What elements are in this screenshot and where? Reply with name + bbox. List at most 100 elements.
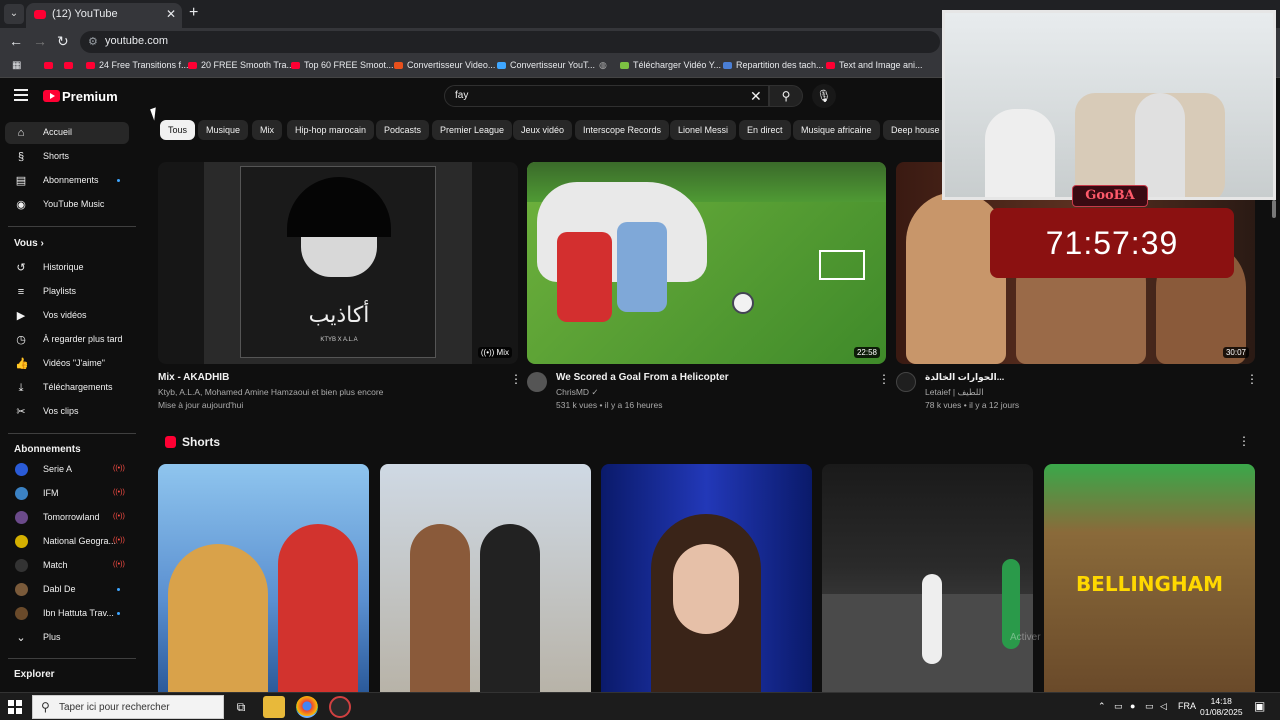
sidebar-item-more[interactable]: ⌄ Plus xyxy=(5,627,129,649)
microphone-icon[interactable]: 🎙 xyxy=(812,84,836,108)
omnibox[interactable]: ⚙ youtube.com xyxy=(80,31,940,53)
chip[interactable]: Deep house xyxy=(883,120,942,140)
more-vert-icon[interactable]: ⋮ xyxy=(878,372,890,386)
tray-chevron-icon[interactable]: ⌃ xyxy=(1098,701,1106,712)
task-view-icon[interactable]: ⧉ xyxy=(230,696,252,718)
video-title[interactable]: We Scored a Goal From a Helicopter xyxy=(556,372,729,383)
new-tab-button[interactable]: + xyxy=(189,4,198,22)
you-section-title[interactable]: Vous › xyxy=(14,238,44,249)
sidebar-item-music[interactable]: ◉ YouTube Music xyxy=(5,194,129,216)
bookmark-youtube-2[interactable] xyxy=(64,60,77,70)
chrome-icon[interactable] xyxy=(296,696,318,718)
person-illustration xyxy=(278,524,358,692)
site-info-icon[interactable]: ⚙ xyxy=(88,35,100,48)
video-title[interactable]: الحوارات الخالدة... xyxy=(925,372,1004,383)
bookmark-youtube-1[interactable] xyxy=(44,60,57,70)
tray-icon[interactable]: ▭ xyxy=(1114,701,1123,712)
bookmark-item[interactable]: Repartition des tach... xyxy=(723,60,824,70)
bookmark-item[interactable]: Convertisseur YouT... xyxy=(497,60,595,70)
forward-button[interactable]: → xyxy=(33,33,47,49)
chip[interactable]: Premier League xyxy=(432,120,513,140)
download-icon: ⤓ xyxy=(18,382,24,394)
short-thumbnail[interactable] xyxy=(822,464,1033,692)
sidebar-sub-item[interactable]: IFM ((•)) xyxy=(5,483,129,505)
chip[interactable]: Musique africaine xyxy=(793,120,880,140)
more-vert-icon[interactable]: ⋮ xyxy=(510,372,522,386)
chip[interactable]: Interscope Records xyxy=(575,120,670,140)
chip[interactable]: En direct xyxy=(739,120,791,140)
sidebar-sub-item[interactable]: Dabl De xyxy=(5,579,129,601)
chip[interactable]: Mix xyxy=(252,120,282,140)
notifications-icon[interactable]: ▣ xyxy=(1254,699,1265,713)
more-vert-icon[interactable]: ⋮ xyxy=(1238,434,1250,448)
back-button[interactable]: ← xyxy=(9,33,23,49)
file-explorer-icon[interactable] xyxy=(263,696,285,718)
bookmark-item[interactable]: Top 60 FREE Smoot... xyxy=(291,60,394,70)
reload-button[interactable]: ↻ xyxy=(57,33,69,50)
short-thumbnail[interactable]: BELLINGHAM xyxy=(1044,464,1255,692)
sidebar-item-playlists[interactable]: ≡ Playlists xyxy=(5,281,129,303)
sidebar-item-liked[interactable]: 👍 Vidéos "J'aime" xyxy=(5,353,129,375)
language-indicator[interactable]: FRA xyxy=(1178,701,1196,711)
more-vert-icon[interactable]: ⋮ xyxy=(1246,372,1258,386)
bookmark-item[interactable]: 24 Free Transitions f... xyxy=(86,60,189,70)
sidebar-item-downloads[interactable]: ⤓ Téléchargements xyxy=(5,377,129,399)
chip-all[interactable]: Tous xyxy=(160,120,196,140)
tray-icon[interactable]: ▭ xyxy=(1145,701,1154,712)
menu-icon[interactable] xyxy=(14,89,28,101)
sidebar-item-your-videos[interactable]: ▶ Vos vidéos xyxy=(5,305,129,327)
sidebar-sub-item[interactable]: Tomorrowland ((•)) xyxy=(5,507,129,529)
apps-grid-icon[interactable]: ▦ xyxy=(12,60,21,71)
chip[interactable]: Jeux vidéo xyxy=(513,120,573,140)
taskbar-search-input[interactable]: ⚲ Taper ici pour rechercher xyxy=(32,695,224,719)
video-channel[interactable]: Ktyb, A.L.A, Mohamed Amine Hamzaoui et b… xyxy=(158,387,383,397)
video-channel[interactable]: ChrisMD ✓ xyxy=(556,387,599,398)
bookmark-item[interactable]: Télécharger Vidéo Y... xyxy=(620,60,721,70)
avatar xyxy=(15,463,28,476)
taskbar-clock[interactable]: 14:18 01/08/2025 xyxy=(1200,696,1243,718)
chip[interactable]: Podcasts xyxy=(376,120,430,140)
sidebar-sub-item[interactable]: Serie A ((•)) xyxy=(5,459,129,481)
scrollbar[interactable] xyxy=(1272,200,1276,218)
clock-date: 01/08/2025 xyxy=(1200,707,1243,717)
channel-avatar[interactable] xyxy=(896,372,916,392)
youtube-logo-icon[interactable] xyxy=(43,90,60,102)
sidebar-item-subscriptions[interactable]: ▤ Abonnements xyxy=(5,170,129,192)
sidebar-sub-item[interactable]: Match ((•)) xyxy=(5,555,129,577)
tab-close-icon[interactable]: ✕ xyxy=(166,7,176,21)
microphone-tray-icon[interactable]: ● xyxy=(1130,701,1135,711)
search-input[interactable]: fay ✕ xyxy=(444,85,769,107)
video-thumbnail[interactable]: أكاذيب KTYB X A.L.A ((•)) Mix xyxy=(158,162,518,364)
search-button[interactable]: ⚲ xyxy=(769,85,803,107)
bookmark-item[interactable]: Convertisseur Video... xyxy=(394,60,495,70)
sidebar-item-watch-later[interactable]: ◷ À regarder plus tard xyxy=(5,329,129,351)
volume-icon[interactable]: ◁ xyxy=(1160,701,1167,712)
short-thumbnail[interactable] xyxy=(158,464,369,692)
windows-start-icon[interactable] xyxy=(8,700,22,714)
chip[interactable]: Lionel Messi xyxy=(670,120,737,140)
recording-app-icon[interactable] xyxy=(329,696,351,718)
bookmark-item[interactable]: 20 FREE Smooth Tra... xyxy=(188,60,294,70)
tab-search-button[interactable]: ⌄ xyxy=(4,4,24,24)
search-icon: ⚲ xyxy=(41,700,50,714)
video-thumbnail[interactable]: 22:58 xyxy=(527,162,886,364)
chip[interactable]: Hip-hop marocain xyxy=(287,120,375,140)
clear-search-icon[interactable]: ✕ xyxy=(750,88,762,105)
channel-avatar[interactable] xyxy=(527,372,547,392)
chip[interactable]: Musique xyxy=(198,120,249,140)
sidebar-item-history[interactable]: ↺ Historique xyxy=(5,257,129,279)
sidebar-item-clips[interactable]: ✂ Vos clips xyxy=(5,401,129,423)
bookmark-item[interactable]: Text and Image ani... xyxy=(826,60,923,70)
brand-label[interactable]: Premium xyxy=(62,89,118,104)
sidebar-item-shorts[interactable]: § Shorts xyxy=(5,146,129,168)
sidebar-sub-item[interactable]: National Geogra... ((•)) xyxy=(5,531,129,553)
sidebar-item-home[interactable]: ⌂ Accueil xyxy=(5,122,129,144)
globe-icon[interactable]: ◍ xyxy=(599,60,607,71)
video-duration: 22:58 xyxy=(853,347,880,358)
short-thumbnail[interactable] xyxy=(601,464,812,692)
video-title[interactable]: Mix - AKADHIB xyxy=(158,372,229,383)
video-channel[interactable]: Letaief | اللطيف xyxy=(925,387,984,398)
sidebar-sub-item[interactable]: Ibn Hattuta Trav... xyxy=(5,603,129,625)
browser-tab[interactable]: (12) YouTube ✕ xyxy=(26,3,182,28)
short-thumbnail[interactable] xyxy=(380,464,591,692)
